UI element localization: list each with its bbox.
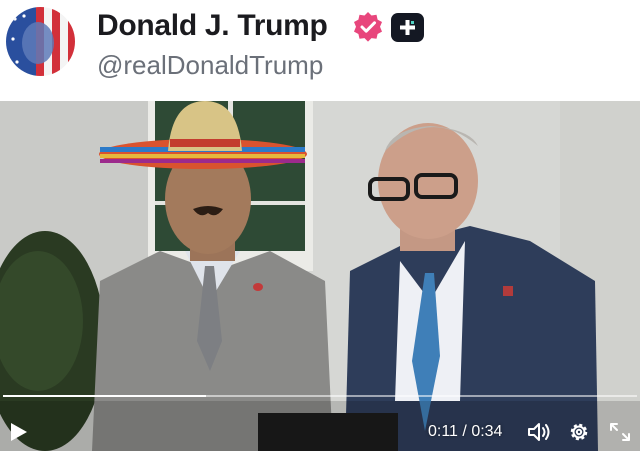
play-icon[interactable] [8,420,30,444]
video-player[interactable] [0,101,640,451]
plus-badge-icon [391,13,424,42]
progress-bar[interactable] [3,395,637,397]
user-handle[interactable]: @realDonaldTrump [97,50,323,81]
time-separator: / [462,423,467,440]
total-duration: 0:34 [471,423,503,440]
post-header: Donald J. Trump @realDonaldTrump [0,0,640,100]
playback-time: 0:11 / 0:34 [428,423,502,441]
fullscreen-icon[interactable] [607,420,633,444]
display-name[interactable]: Donald J. Trump [97,9,328,43]
profile-avatar[interactable] [6,7,75,76]
verified-badge-icon [352,11,384,43]
volume-icon[interactable] [526,420,552,444]
elapsed-time: 0:11 [428,423,458,440]
progress-bar-fill [3,395,206,397]
settings-gear-icon[interactable] [566,420,592,444]
video-frame [0,101,640,451]
